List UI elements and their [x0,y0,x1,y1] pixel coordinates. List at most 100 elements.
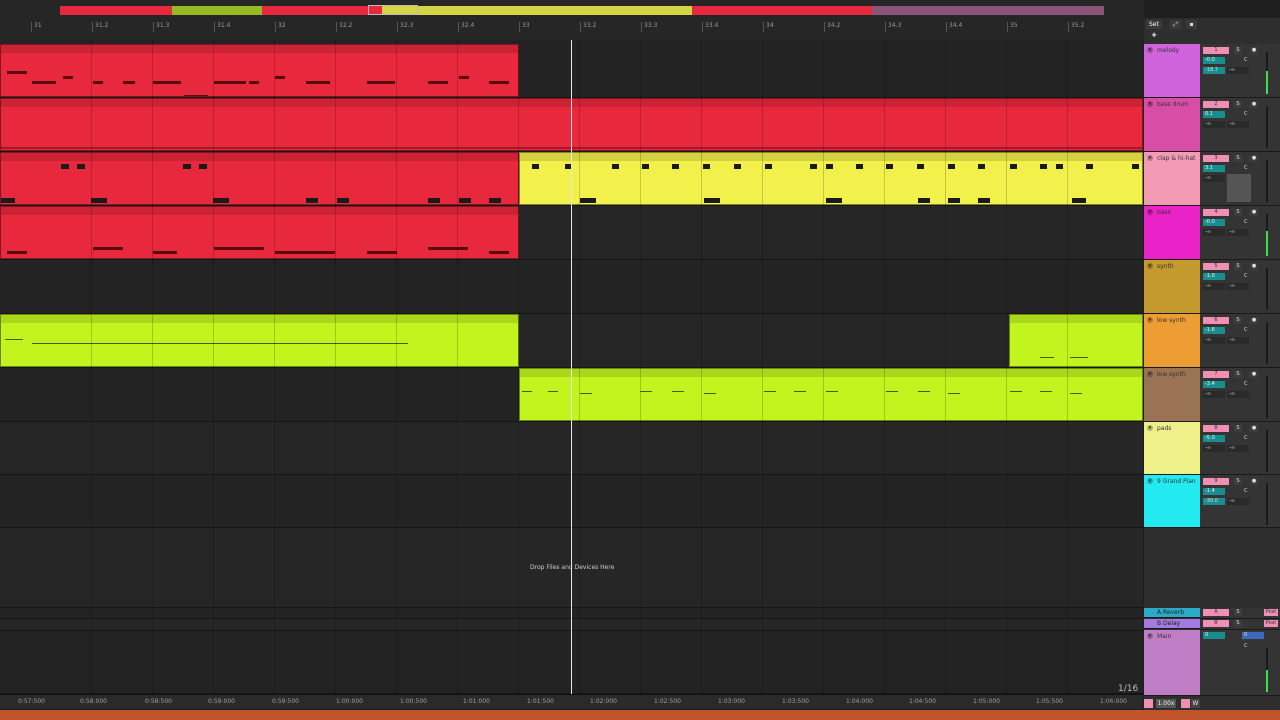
send-b-field[interactable]: -∞ [1227,445,1249,452]
track-activator[interactable]: 8 [1203,425,1229,432]
volume-field[interactable]: -5.0 [1203,435,1225,442]
pan-field[interactable]: C [1244,111,1254,118]
midi-clip[interactable] [0,206,519,259]
overview-viewport[interactable] [368,5,418,15]
arm-icon[interactable]: ● [1250,317,1258,324]
midi-clip[interactable] [519,152,1143,205]
w-button[interactable]: W [1191,699,1200,708]
send-b-field[interactable]: -∞ [1227,337,1249,344]
pan-field[interactable]: C [1244,488,1254,495]
track-name-low-synth-1[interactable]: ▾ low synth [1144,314,1200,368]
midi-clip[interactable] [0,44,519,97]
pan-field[interactable]: C [1244,165,1254,172]
pan-field[interactable]: C [1244,57,1254,64]
solo-button[interactable]: S [1234,478,1242,485]
midi-clip[interactable] [0,152,519,205]
track-name-grand-piano[interactable]: ▾ 9 Grand Pian [1144,475,1200,528]
pan-field[interactable]: C [1244,381,1254,388]
track-name-bass[interactable]: ▾ bass [1144,206,1200,260]
volume-field[interactable]: -0.0 [1203,219,1225,226]
volume-field[interactable]: -1.6 [1203,327,1225,334]
fold-icon[interactable]: ▾ [1147,263,1153,269]
track-name-synth[interactable]: ▾ synth [1144,260,1200,314]
fold-icon[interactable]: ▾ [1147,101,1153,107]
fold-icon[interactable]: ▾ [1147,47,1153,53]
volume-field[interactable]: -1.0 [1203,273,1225,280]
solo-button[interactable]: S [1234,620,1242,627]
send-a-field[interactable]: -∞ [1203,175,1225,182]
return-activator[interactable]: A [1203,609,1229,616]
send-b-field[interactable]: -∞ [1227,391,1249,398]
track-activator[interactable]: 1 [1203,47,1229,54]
volume-field[interactable]: -1.4 [1203,488,1225,495]
arm-icon[interactable]: ● [1250,263,1258,270]
solo-button[interactable]: S [1234,609,1242,616]
midi-clip[interactable] [519,368,1143,421]
track-activator[interactable]: 5 [1203,263,1229,270]
fold-icon[interactable]: ▾ [1147,371,1153,377]
fold-icon[interactable]: ▾ [1147,155,1153,161]
track-activator[interactable]: 4 [1203,209,1229,216]
send-b-field[interactable]: -∞ [1227,121,1249,128]
arm-icon[interactable]: ● [1250,425,1258,432]
playhead[interactable] [571,40,572,694]
fold-icon[interactable]: ▾ [1147,317,1153,323]
midi-clip[interactable] [0,314,519,367]
return-track-reverb[interactable]: A Reverb [1144,608,1200,618]
solo-button[interactable]: S [1234,101,1242,108]
send-a-field[interactable]: -∞ [1203,391,1225,398]
midi-clip[interactable] [1009,314,1143,367]
track-activator[interactable]: 2 [1203,101,1229,108]
pink-toggle[interactable] [1181,699,1190,708]
post-button[interactable]: Post [1264,609,1278,616]
volume-field[interactable]: -0.0 [1203,57,1225,64]
send-a-field[interactable]: -∞ [1203,121,1225,128]
time-ruler[interactable]: 0:57:500 0:58:000 0:58:500 0:59:000 0:59… [0,694,1143,709]
pan-field[interactable]: C [1244,327,1254,334]
track-activator[interactable]: 6 [1203,317,1229,324]
send-b-field[interactable]: -∞ [1227,229,1249,236]
send-b-field[interactable]: -∞ [1227,283,1249,290]
volume-field[interactable]: -3.4 [1203,381,1225,388]
track-activator[interactable]: 9 [1203,478,1229,485]
post-button[interactable]: Post [1264,620,1278,627]
pan-field[interactable]: C [1244,219,1254,226]
volume-field[interactable]: 3.1 [1203,165,1225,172]
beat-ruler[interactable]: 31 31.2 31.3 31.4 32 32.2 32.3 32.4 33 3… [0,18,1144,41]
pan-field[interactable]: C [1244,435,1254,442]
send-area[interactable] [1227,174,1251,202]
fold-icon[interactable]: ▾ [1147,425,1153,431]
return-track-delay[interactable]: B Delay [1144,619,1200,629]
send-a-field[interactable]: -∞ [1203,445,1225,452]
pink-toggle[interactable] [1144,699,1153,708]
solo-button[interactable]: S [1234,209,1242,216]
fold-icon[interactable]: ▾ [1147,478,1153,484]
collapse-arrows-icon[interactable]: ✚ [1146,31,1162,40]
zoom-field[interactable]: 1.00x [1156,699,1176,708]
main-volume-field[interactable]: 0 [1203,632,1225,639]
overview-strip[interactable] [60,6,1104,15]
send-b-field[interactable]: -∞ [1227,498,1249,505]
solo-button[interactable]: S [1234,425,1242,432]
track-name-bass-drum[interactable]: ▾ bass drum [1144,98,1200,152]
arm-icon[interactable]: ● [1250,47,1258,54]
solo-button[interactable]: S [1234,317,1242,324]
send-a-field[interactable]: -∞ [1203,229,1225,236]
send-a-field[interactable]: -18.7 [1203,67,1225,74]
fold-icon[interactable]: ▾ [1147,209,1153,215]
solo-button[interactable]: S [1234,155,1242,162]
track-name-pads[interactable]: ▾ pads [1144,422,1200,475]
solo-button[interactable]: S [1234,263,1242,270]
main-cue-field[interactable]: 0 [1242,632,1264,639]
pan-field[interactable]: C [1244,273,1254,280]
main-pan-field[interactable]: C [1244,643,1254,650]
track-activator[interactable]: 3 [1203,155,1229,162]
arm-icon[interactable]: ● [1250,209,1258,216]
set-button[interactable]: Set [1146,20,1162,29]
arm-icon[interactable]: ● [1250,101,1258,108]
solo-button[interactable]: S [1234,371,1242,378]
main-track[interactable]: ▾ Main [1144,630,1200,696]
arrangement-overview[interactable] [0,0,1144,18]
track-name-low-synth-2[interactable]: ▾ low synth [1144,368,1200,422]
track-name-melody[interactable]: ▾ melody [1144,44,1200,98]
